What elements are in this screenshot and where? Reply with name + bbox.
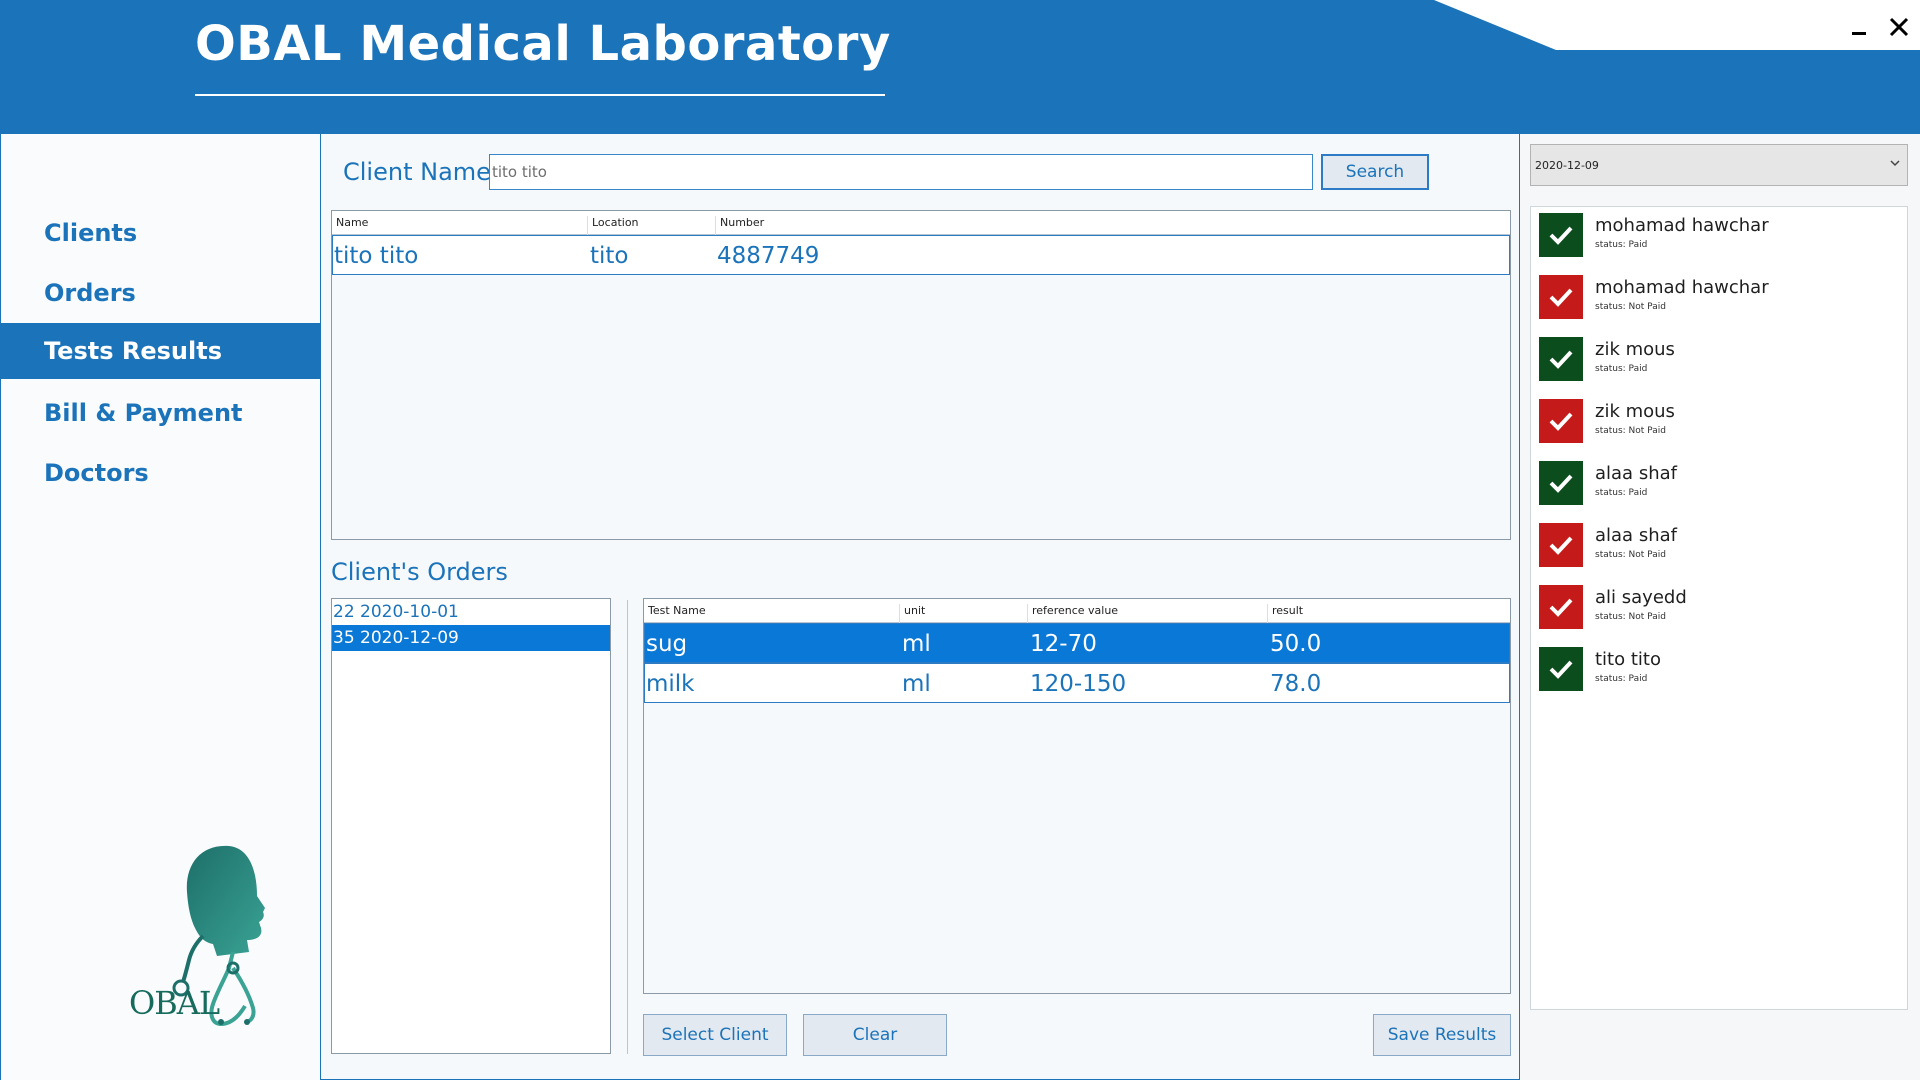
entry-status: status: Not Paid: [1595, 612, 1666, 622]
results-table-header: Test Name unit reference value result: [644, 599, 1510, 624]
sidebar-item-bill-payment[interactable]: Bill & Payment: [1, 385, 321, 441]
list-item[interactable]: 22 2020-10-01: [332, 599, 610, 625]
title-bar: OBAL Medical Laboratory: [0, 0, 1920, 134]
list-item[interactable]: alaa shaf status: Not Paid: [1531, 517, 1907, 579]
check-icon: [1539, 523, 1583, 567]
list-item[interactable]: tito tito status: Paid: [1531, 641, 1907, 703]
entry-name: zik mous: [1595, 401, 1675, 422]
save-results-button[interactable]: Save Results: [1373, 1014, 1511, 1056]
sidebar-item-clients[interactable]: Clients: [1, 205, 321, 261]
app-window: OBAL Medical Laboratory Clients Orders T…: [0, 0, 1920, 1080]
list-item[interactable]: ali sayedd status: Not Paid: [1531, 579, 1907, 641]
column-header-test-name[interactable]: Test Name: [644, 604, 899, 624]
clients-table: Name Location Number tito tito tito 4887…: [331, 210, 1511, 540]
cell-name: tito tito: [334, 243, 419, 269]
cell-test-name: sug: [646, 631, 688, 657]
entry-status: status: Paid: [1595, 488, 1648, 498]
app-title: OBAL Medical Laboratory: [195, 16, 891, 72]
payment-status-list: mohamad hawchar status: Paid mohamad haw…: [1530, 206, 1908, 1010]
entry-name: alaa shaf: [1595, 525, 1677, 546]
entry-status: status: Not Paid: [1595, 302, 1666, 312]
client-name-label: Client Name: [343, 158, 491, 186]
list-item[interactable]: mohamad hawchar status: Not Paid: [1531, 269, 1907, 331]
date-picker-value: 2020-12-09: [1535, 158, 1599, 172]
entry-status: status: Paid: [1595, 364, 1648, 374]
check-icon: [1539, 399, 1583, 443]
sidebar-item-tests-results[interactable]: Tests Results: [1, 323, 321, 379]
column-header-result[interactable]: result: [1267, 604, 1510, 624]
column-header-name[interactable]: Name: [332, 216, 587, 236]
column-header-unit[interactable]: unit: [899, 604, 1027, 624]
divider: [627, 600, 628, 1054]
main-content: Client Name Search Name Location Number …: [320, 134, 1520, 1080]
check-icon: [1539, 337, 1583, 381]
chevron-down-icon: [1890, 160, 1900, 167]
cell-test-name: milk: [646, 671, 695, 697]
orders-list: 22 2020-10-01 35 2020-12-09: [331, 598, 611, 1054]
entry-name: tito tito: [1595, 649, 1661, 670]
client-name-input[interactable]: [489, 154, 1313, 190]
list-item[interactable]: zik mous status: Paid: [1531, 331, 1907, 393]
check-icon: [1539, 647, 1583, 691]
check-icon: [1539, 461, 1583, 505]
select-client-button[interactable]: Select Client: [643, 1014, 787, 1056]
entry-status: status: Paid: [1595, 240, 1648, 250]
search-button[interactable]: Search: [1321, 154, 1429, 190]
minimize-button[interactable]: [1842, 10, 1876, 44]
results-table: Test Name unit reference value result su…: [643, 598, 1511, 994]
sidebar-item-doctors[interactable]: Doctors: [1, 445, 321, 501]
title-underline: [195, 94, 885, 96]
cell-result[interactable]: 78.0: [1270, 671, 1321, 697]
sidebar: Clients Orders Tests Results Bill & Paym…: [0, 134, 321, 1080]
entry-name: mohamad hawchar: [1595, 277, 1769, 298]
clients-table-header: Name Location Number: [332, 211, 1510, 236]
check-icon: [1539, 585, 1583, 629]
entry-status: status: Not Paid: [1595, 426, 1666, 436]
sidebar-item-orders[interactable]: Orders: [1, 265, 321, 321]
cell-reference-value: 120-150: [1030, 671, 1127, 697]
entry-status: status: Not Paid: [1595, 550, 1666, 560]
column-header-number[interactable]: Number: [715, 216, 1510, 236]
entry-name: zik mous: [1595, 339, 1675, 360]
table-row[interactable]: tito tito tito 4887749: [332, 235, 1510, 275]
column-header-location[interactable]: Location: [587, 216, 715, 236]
cell-number: 4887749: [717, 243, 820, 269]
entry-name: mohamad hawchar: [1595, 215, 1769, 236]
entry-status: status: Paid: [1595, 674, 1648, 684]
cell-result[interactable]: 50.0: [1270, 631, 1321, 657]
list-item[interactable]: alaa shaf status: Paid: [1531, 455, 1907, 517]
clear-button[interactable]: Clear: [803, 1014, 947, 1056]
obal-logo: OBAL: [121, 844, 321, 1044]
minimize-icon: [1852, 32, 1866, 35]
close-button[interactable]: [1882, 10, 1916, 44]
date-picker[interactable]: 2020-12-09: [1530, 144, 1908, 186]
cell-unit: ml: [902, 671, 931, 697]
list-item[interactable]: 35 2020-12-09: [332, 625, 610, 651]
cell-reference-value: 12-70: [1030, 631, 1097, 657]
close-icon: [1889, 17, 1909, 37]
clients-orders-title: Client's Orders: [331, 558, 508, 586]
column-header-reference-value[interactable]: reference value: [1027, 604, 1267, 624]
check-icon: [1539, 213, 1583, 257]
entry-name: ali sayedd: [1595, 587, 1687, 608]
check-icon: [1539, 275, 1583, 319]
cell-unit: ml: [902, 631, 931, 657]
right-panel: 2020-12-09 mohamad hawchar status: Paid …: [1520, 134, 1920, 1080]
cell-location: tito: [590, 243, 629, 269]
entry-name: alaa shaf: [1595, 463, 1677, 484]
table-row[interactable]: milk ml 120-150 78.0: [644, 663, 1510, 703]
logo-text: OBAL: [129, 984, 220, 1022]
list-item[interactable]: zik mous status: Not Paid: [1531, 393, 1907, 455]
table-row[interactable]: sug ml 12-70 50.0: [644, 623, 1510, 663]
list-item[interactable]: mohamad hawchar status: Paid: [1531, 207, 1907, 269]
